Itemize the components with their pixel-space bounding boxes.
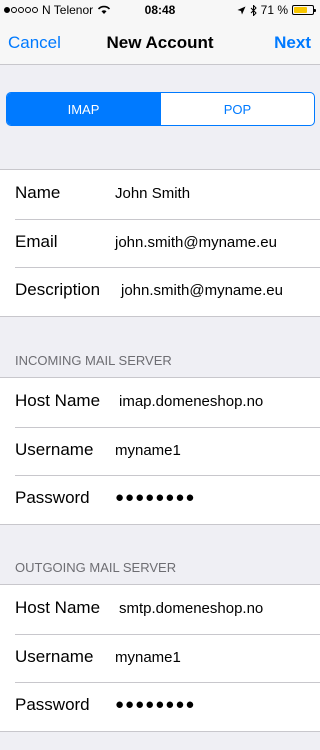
outgoing-server-header: OUTGOING MAIL SERVER bbox=[15, 560, 177, 575]
outgoing-host-label: Host Name bbox=[15, 598, 101, 617]
battery-fill bbox=[294, 7, 307, 13]
outgoing-password-label: Password bbox=[15, 695, 90, 714]
email-field[interactable]: john.smith@myname.eu bbox=[115, 234, 277, 251]
outgoing-username-label: Username bbox=[15, 646, 94, 666]
name-field[interactable]: John Smith bbox=[115, 185, 190, 202]
incoming-password-row[interactable]: Password ●●●●●●●● bbox=[0, 475, 320, 524]
status-bar: N Telenor 08:48 71 % bbox=[0, 0, 320, 20]
incoming-username-row[interactable]: Username myname1 bbox=[0, 426, 320, 476]
next-button[interactable]: Next bbox=[274, 33, 311, 53]
description-field[interactable]: john.smith@myname.eu bbox=[121, 282, 283, 299]
incoming-username-field[interactable]: myname1 bbox=[115, 442, 181, 459]
page-title: New Account bbox=[106, 33, 214, 52]
outgoing-username-field[interactable]: myname1 bbox=[115, 649, 181, 666]
segment-imap[interactable]: IMAP bbox=[7, 93, 160, 125]
description-label: Description bbox=[15, 280, 101, 299]
incoming-host-field[interactable]: imap.domeneshop.no bbox=[119, 393, 263, 410]
protocol-segmented-control: IMAP POP bbox=[6, 92, 315, 126]
email-label: Email bbox=[15, 231, 58, 251]
incoming-password-label: Password bbox=[15, 488, 90, 507]
description-row[interactable]: Description john.smith@myname.eu bbox=[0, 267, 320, 316]
incoming-server-group: Host Name imap.domeneshop.no Username my… bbox=[0, 377, 320, 525]
bluetooth-icon bbox=[250, 4, 257, 16]
incoming-host-row[interactable]: Host Name imap.domeneshop.no bbox=[0, 378, 320, 427]
outgoing-username-row[interactable]: Username myname1 bbox=[0, 633, 320, 683]
outgoing-password-field[interactable]: ●●●●●●●● bbox=[115, 696, 195, 713]
battery-icon bbox=[292, 5, 316, 15]
outgoing-server-group: Host Name smtp.domeneshop.no Username my… bbox=[0, 584, 320, 732]
location-icon bbox=[237, 6, 246, 14]
incoming-password-field[interactable]: ●●●●●●●● bbox=[115, 489, 195, 506]
incoming-username-label: Username bbox=[15, 439, 94, 459]
incoming-host-label: Host Name bbox=[15, 391, 101, 410]
name-row[interactable]: Name John Smith bbox=[0, 170, 320, 219]
outgoing-password-row[interactable]: Password ●●●●●●●● bbox=[0, 682, 320, 731]
account-group: Name John Smith Email john.smith@myname.… bbox=[0, 169, 320, 317]
nav-bar: Cancel New Account Next bbox=[0, 20, 320, 65]
segment-pop[interactable]: POP bbox=[160, 93, 314, 125]
email-row[interactable]: Email john.smith@myname.eu bbox=[0, 218, 320, 268]
name-label: Name bbox=[15, 183, 61, 202]
outgoing-host-row[interactable]: Host Name smtp.domeneshop.no bbox=[0, 585, 320, 634]
outgoing-host-field[interactable]: smtp.domeneshop.no bbox=[119, 600, 263, 617]
status-right: 71 % bbox=[237, 3, 316, 17]
incoming-server-header: INCOMING MAIL SERVER bbox=[15, 353, 172, 368]
battery-percent: 71 % bbox=[260, 3, 288, 17]
